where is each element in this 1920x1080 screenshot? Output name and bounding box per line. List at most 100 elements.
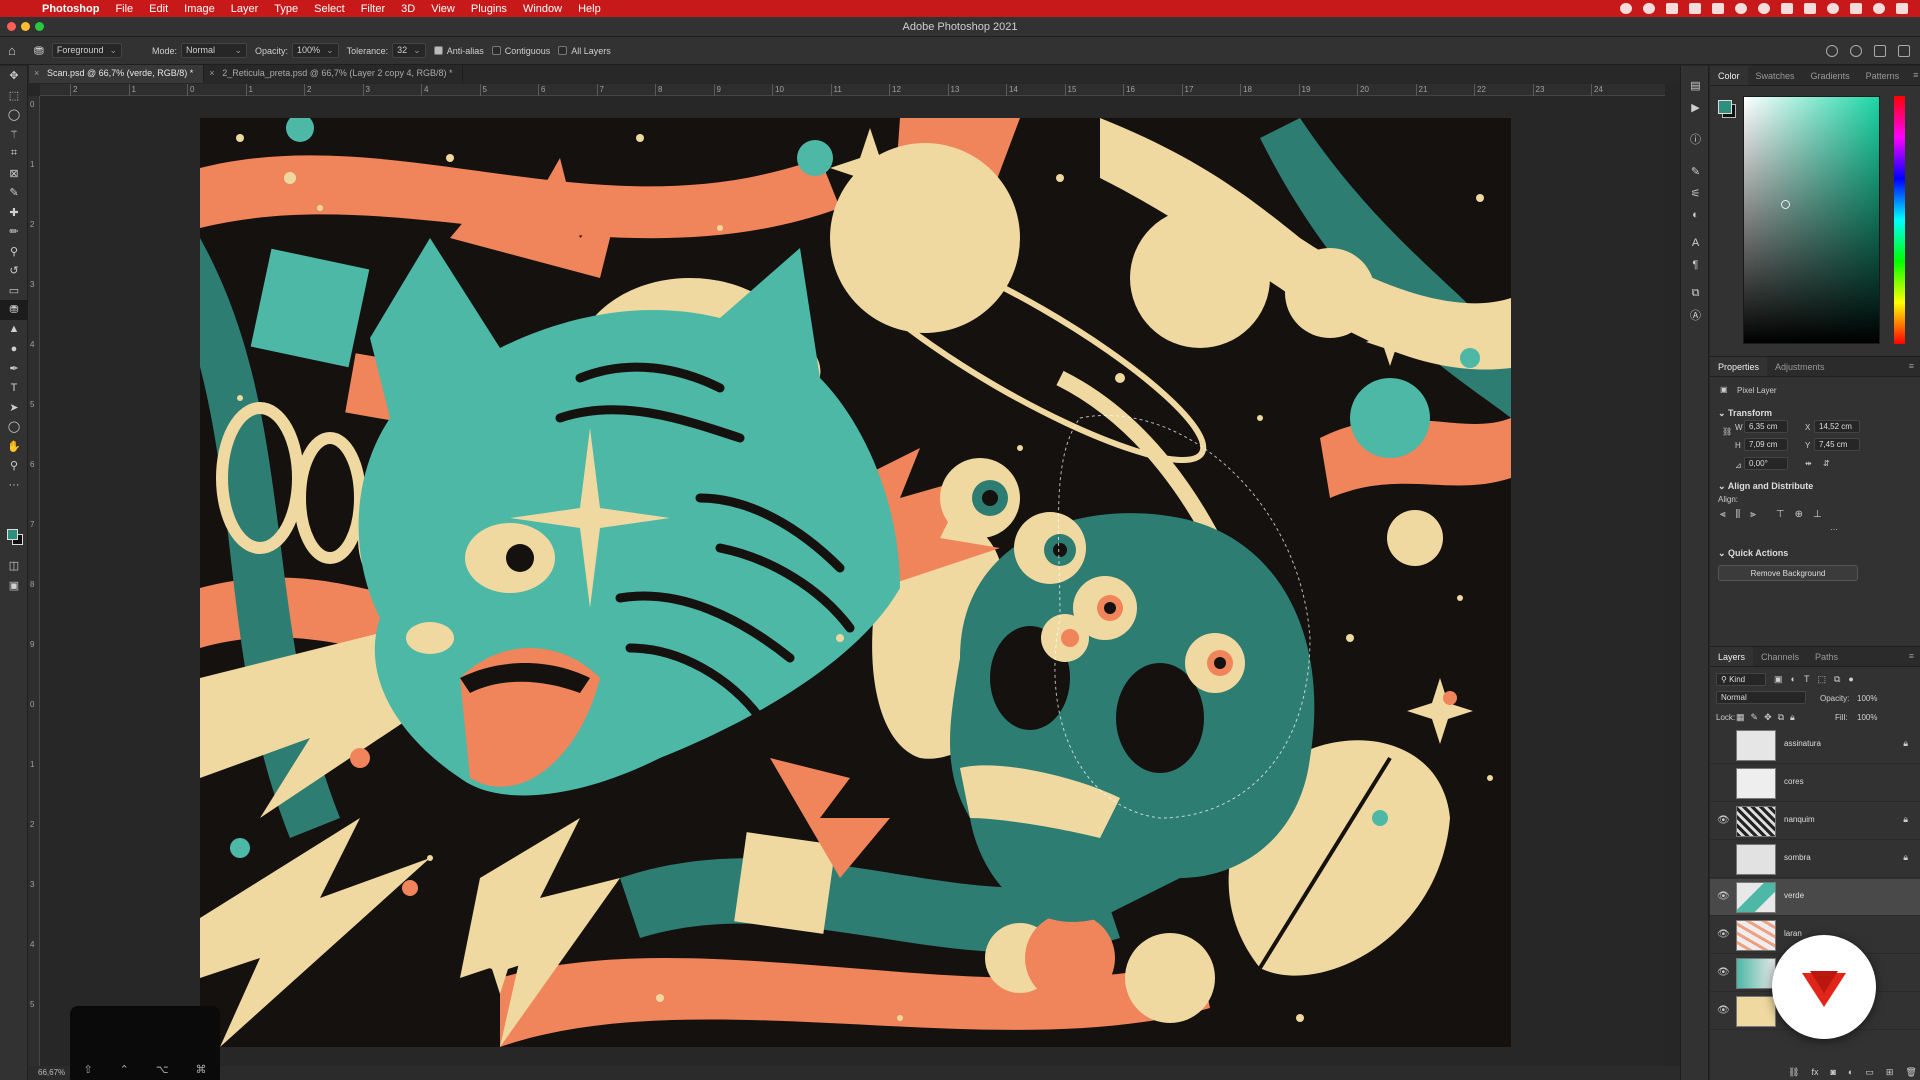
layer-row-verde[interactable]: 👁︎ verde (1710, 879, 1920, 916)
remove-background-button[interactable]: Remove Background (1718, 565, 1858, 581)
menu-layer[interactable]: Layer (223, 3, 267, 15)
y-field[interactable]: 7,45 cm (1814, 438, 1860, 451)
frame-tool-icon[interactable]: ⊠ (0, 164, 28, 184)
align-center-h-icon[interactable]: ⫼ (1736, 509, 1741, 520)
artwork-canvas[interactable] (200, 118, 1511, 1047)
filter-smart-object-icon[interactable]: ⧉ (1834, 674, 1840, 685)
menu-plugins[interactable]: Plugins (463, 3, 515, 15)
path-selection-tool-icon[interactable]: ➤ (0, 398, 28, 418)
zoom-tool-icon[interactable]: ⚲ (0, 456, 28, 476)
menu-window[interactable]: Window (515, 3, 570, 15)
new-adjustment-icon[interactable]: ◐ (1848, 1067, 1853, 1078)
menu-file[interactable]: File (107, 3, 141, 15)
tab-swatches[interactable]: Swatches (1748, 66, 1803, 85)
search-icon[interactable] (1827, 3, 1839, 14)
menu-app-photoshop[interactable]: Photoshop (34, 3, 107, 15)
layer-row-assinatura[interactable]: assinatura 🔒︎ (1710, 727, 1920, 764)
move-tool-icon[interactable]: ✥ (0, 66, 28, 86)
blend-mode-dropdown[interactable]: Normal (1716, 691, 1806, 704)
canvas-workspace[interactable] (40, 96, 1665, 1066)
tab-reticula[interactable]: × 2_Reticula_preta.psd @ 66,7% (Layer 2 … (204, 65, 464, 83)
opacity-field[interactable]: 100% (292, 43, 339, 58)
fx-icon[interactable]: fx (1811, 1067, 1818, 1078)
lock-artboard-icon[interactable]: ⧉ (1778, 712, 1784, 723)
mode-dropdown[interactable]: Normal (181, 43, 248, 58)
blur-tool-icon[interactable]: ▲ (0, 320, 28, 340)
quick-mask-icon[interactable]: ◫ (0, 556, 28, 576)
paragraph-icon[interactable]: ¶ (1681, 254, 1710, 276)
menu-edit[interactable]: Edit (141, 3, 176, 15)
clone-stamp-tool-icon[interactable]: ⚲ (0, 242, 28, 262)
link-dimensions-icon[interactable]: ⛓ (1722, 427, 1732, 436)
lock-position-icon[interactable]: ✥ (1764, 712, 1772, 723)
foreground-color-swatch[interactable] (7, 529, 18, 540)
hand-tool-icon[interactable]: ✋ (0, 437, 28, 457)
eye-icon[interactable]: 👁︎ (1717, 929, 1730, 940)
filter-toggle-icon[interactable]: ● (1848, 674, 1853, 685)
vertical-ruler[interactable]: 0 1 2 3 4 5 6 7 8 9 0 1 2 3 4 5 (28, 96, 40, 1066)
close-tab-icon[interactable]: × (209, 68, 214, 78)
tab-properties[interactable]: Properties (1710, 357, 1768, 376)
hue-slider[interactable] (1894, 96, 1905, 344)
fg-bg-swatches[interactable] (1718, 100, 1736, 118)
align-middle-v-icon[interactable]: ⊕ (1795, 509, 1803, 520)
history-icon[interactable]: ▤ (1681, 74, 1710, 96)
contiguous-checkbox[interactable] (491, 46, 501, 55)
brush-tool-icon[interactable]: ✏ (0, 222, 28, 242)
history-brush-tool-icon[interactable]: ↺ (0, 261, 28, 281)
healing-brush-tool-icon[interactable]: ✚ (0, 203, 28, 223)
horizontal-ruler[interactable]: 2 1 0 1 2 3 4 5 6 7 8 9 10 11 12 13 14 15 16 17 18 19 20 21 22 23… (40, 84, 1665, 96)
flip-horizontal-icon[interactable]: ⇹ (1805, 459, 1812, 468)
menu-type[interactable]: Type (266, 3, 306, 15)
dropbox-icon[interactable] (1666, 3, 1678, 14)
tab-gradients[interactable]: Gradients (1803, 66, 1858, 85)
screen-mode-icon[interactable]: ▣ (0, 576, 28, 596)
record-icon[interactable] (1620, 3, 1632, 14)
new-layer-icon[interactable]: ⊞ (1886, 1067, 1894, 1078)
control-center-icon[interactable] (1850, 3, 1862, 14)
menu-image[interactable]: Image (176, 3, 223, 15)
glyphs-icon[interactable]: ⧉ (1681, 282, 1710, 304)
tab-patterns[interactable]: Patterns (1858, 66, 1908, 85)
crop-tool-icon[interactable]: ⌗ (0, 144, 28, 164)
filter-shape-icon[interactable]: ⬚ (1817, 674, 1826, 685)
flip-vertical-icon[interactable]: ⇵ (1823, 459, 1830, 468)
menu-help[interactable]: Help (570, 3, 609, 15)
tab-layers[interactable]: Layers (1710, 647, 1754, 666)
command-key[interactable]: ⌘ (196, 1063, 207, 1076)
all-layers-checkbox[interactable] (558, 46, 568, 55)
layers-opacity-value[interactable]: 100% (1857, 694, 1877, 703)
search-icon[interactable] (1850, 44, 1862, 57)
angle-field[interactable]: 0,00° (1744, 457, 1788, 470)
bluetooth-icon[interactable] (1781, 3, 1793, 14)
lock-transparency-icon[interactable]: ▦ (1736, 712, 1745, 723)
layer-row-nanquim[interactable]: 👁︎ nanquim 🔒︎ (1710, 803, 1920, 840)
menu-select[interactable]: Select (306, 3, 353, 15)
night-mode-icon[interactable] (1735, 3, 1747, 14)
layer-row-sombra[interactable]: sombra 🔒︎ (1710, 841, 1920, 878)
align-bottom-icon[interactable]: ⊥ (1813, 509, 1822, 520)
color-picker-cursor[interactable] (1781, 200, 1790, 209)
add-mask-icon[interactable]: ◙ (1830, 1067, 1835, 1078)
align-right-icon[interactable]: ⫸ (1750, 509, 1756, 520)
character-icon[interactable]: A (1681, 232, 1710, 254)
eyedropper-tool-icon[interactable]: ✎ (0, 183, 28, 203)
antialias-checkbox[interactable] (433, 46, 443, 55)
width-field[interactable]: 6,35 cm (1744, 420, 1788, 433)
siri-icon[interactable] (1873, 3, 1885, 14)
filter-type-icon[interactable]: T (1804, 674, 1810, 685)
zoom-level[interactable]: 66,67% (38, 1068, 65, 1077)
shift-key[interactable]: ⇧ (83, 1063, 92, 1076)
delete-layer-icon[interactable]: 🗑︎ (1905, 1067, 1916, 1078)
new-group-icon[interactable]: ▭ (1865, 1067, 1874, 1078)
panel-menu-icon[interactable]: ≡ (1907, 66, 1920, 85)
menu-3d[interactable]: 3D (393, 3, 423, 15)
layer-row-cores[interactable]: cores (1710, 765, 1920, 802)
dodge-tool-icon[interactable]: ● (0, 339, 28, 359)
tab-paths[interactable]: Paths (1807, 647, 1846, 666)
share-icon[interactable] (1826, 44, 1838, 57)
eraser-tool-icon[interactable]: ▭ (0, 281, 28, 301)
close-tab-icon[interactable]: × (34, 68, 39, 78)
home-icon[interactable]: ⌂ (8, 43, 16, 58)
screen-time-icon[interactable] (1758, 3, 1770, 14)
